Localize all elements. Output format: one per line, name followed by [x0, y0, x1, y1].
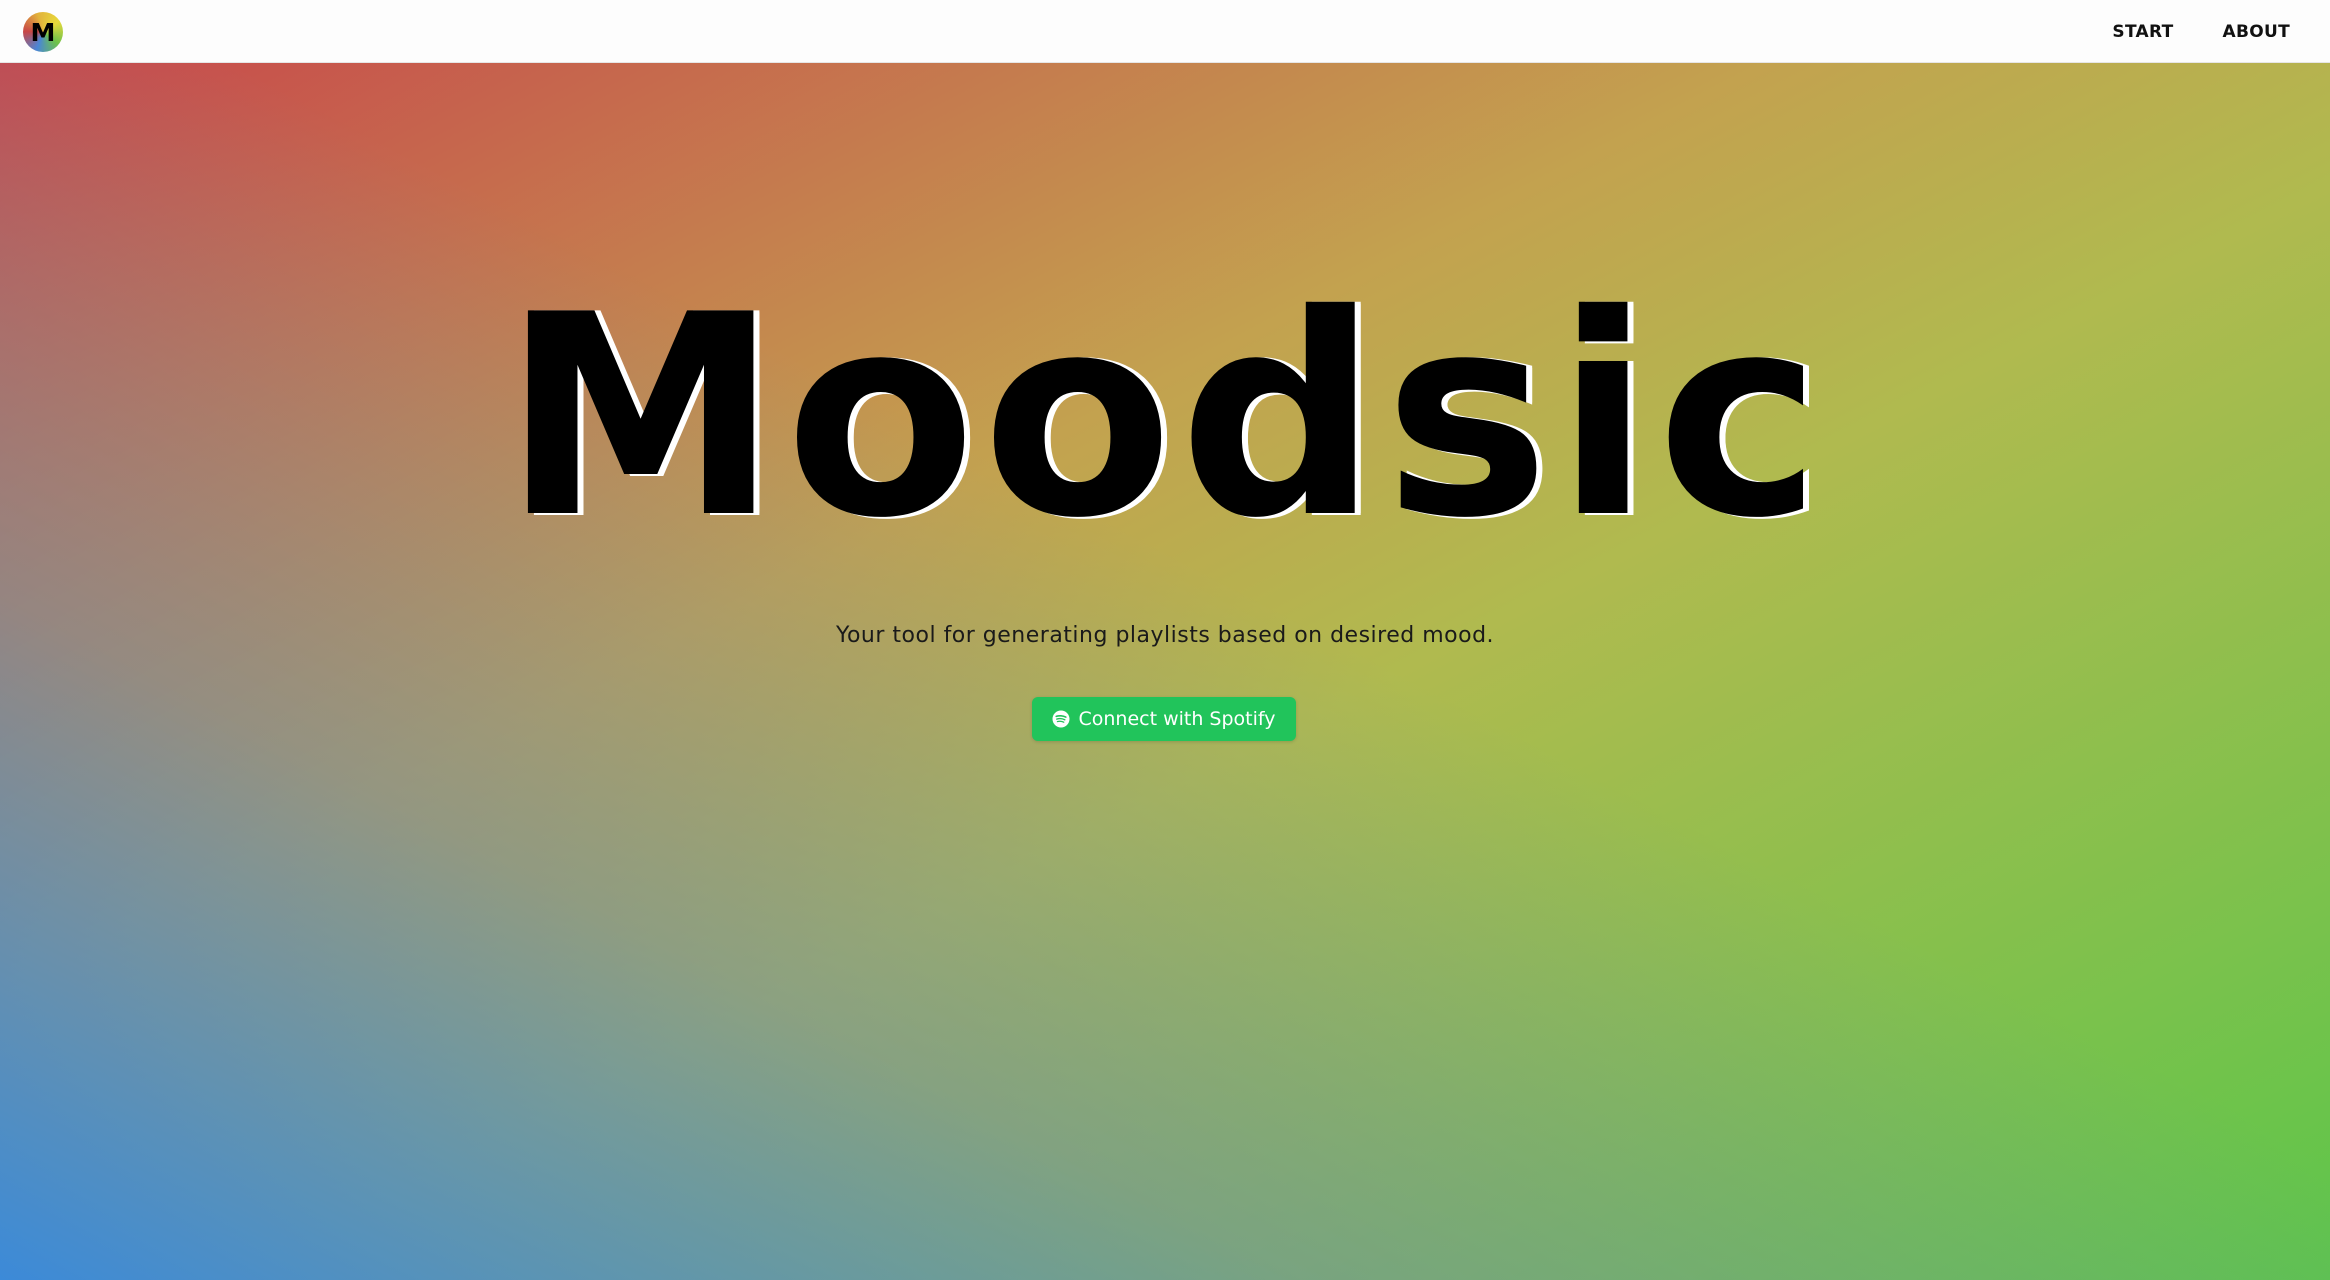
hero-gradient-overlay — [0, 63, 2330, 1280]
connect-spotify-label: Connect with Spotify — [1078, 708, 1276, 730]
nav-links: START ABOUT — [2112, 0, 2290, 63]
moodsic-logo[interactable]: M — [23, 12, 63, 52]
nav-link-about[interactable]: ABOUT — [2223, 22, 2290, 42]
connect-spotify-button[interactable]: Connect with Spotify — [1032, 697, 1296, 741]
nav-link-start[interactable]: START — [2112, 22, 2173, 42]
hero-subtitle: Your tool for generating playlists based… — [835, 623, 1495, 648]
logo-letter: M — [30, 18, 56, 47]
hero-title: Moodsic — [502, 255, 1828, 579]
hero-section: Moodsic Your tool for generating playlis… — [0, 63, 2330, 1280]
spotify-icon — [1052, 710, 1070, 728]
top-navbar: M START ABOUT — [0, 0, 2330, 63]
